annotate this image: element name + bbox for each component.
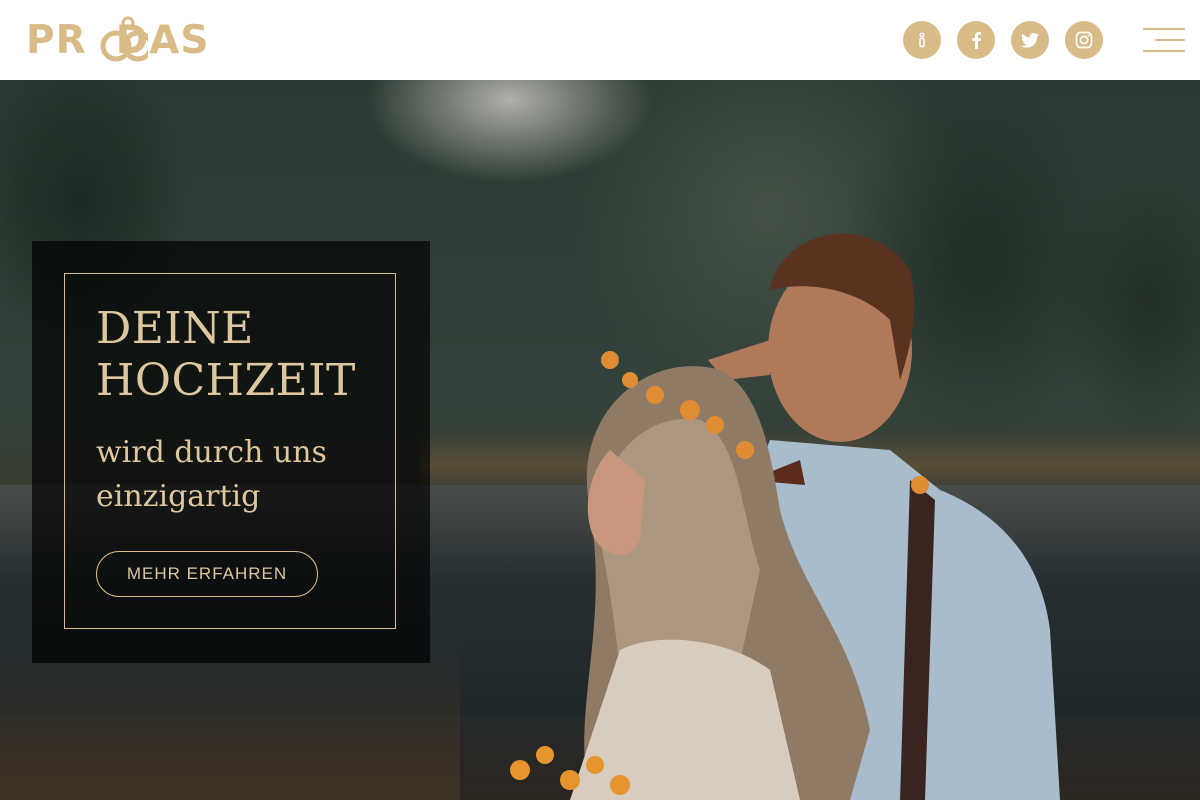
hero-subline: wird durch uns einzigartig — [96, 431, 396, 519]
facebook-icon — [972, 32, 981, 49]
instagram-icon — [1075, 31, 1093, 49]
wedding-couple-photo — [510, 233, 1060, 800]
headline-line-1: DEINE — [96, 303, 254, 354]
subline-line-2: einzigartig — [96, 479, 261, 514]
instagram-button[interactable] — [1065, 21, 1103, 59]
hero-section: DEINE HOCHZEIT wird durch uns einzigarti… — [0, 80, 1200, 800]
twitter-button[interactable] — [1011, 21, 1049, 59]
info-button[interactable] — [903, 21, 941, 59]
facebook-button[interactable] — [957, 21, 995, 59]
hero-headline: DEINE HOCHZEIT — [96, 303, 396, 407]
subline-line-1: wird durch uns — [96, 435, 327, 470]
site-header: PR DAS — [0, 0, 1200, 80]
brand-logo[interactable]: PR DAS — [26, 14, 209, 64]
headline-line-2: HOCHZEIT — [96, 355, 356, 406]
twitter-icon — [1021, 32, 1039, 48]
social-links — [903, 21, 1103, 59]
hero-card: DEINE HOCHZEIT wird durch uns einzigarti… — [32, 241, 430, 663]
hamburger-menu-icon[interactable] — [1143, 26, 1185, 54]
rings-logo-icon — [100, 16, 148, 62]
info-icon — [919, 32, 925, 48]
mehr-erfahren-button[interactable]: MEHR ERFAHREN — [96, 551, 318, 597]
foreground-reeds — [0, 640, 460, 800]
